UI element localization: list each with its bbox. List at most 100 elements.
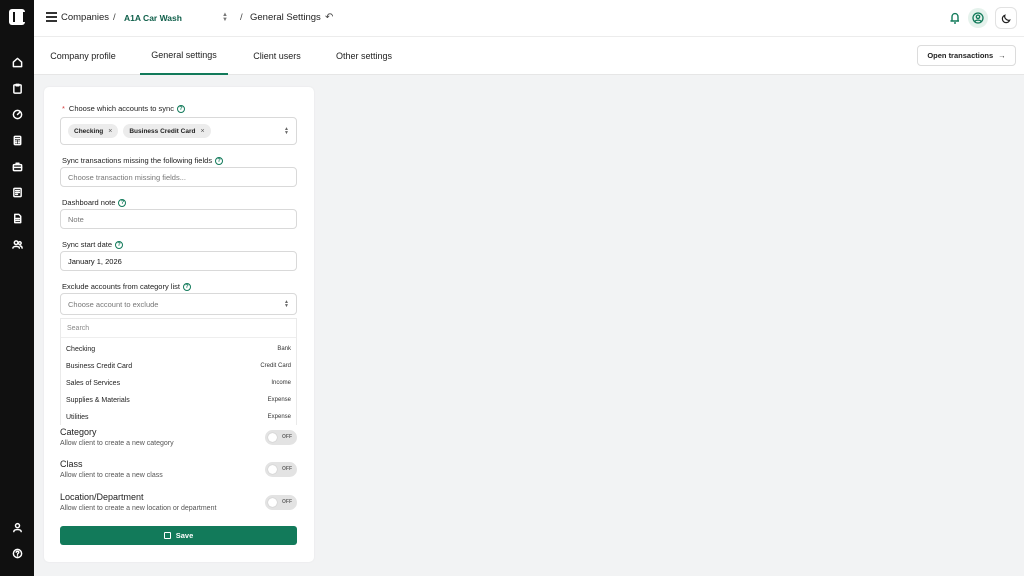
dropdown-search-input[interactable]: Search [61,319,296,338]
tab-client-users[interactable]: Client users [246,37,308,75]
tab-company-profile[interactable]: Company profile [45,37,121,75]
sync-accounts-select[interactable]: Checking × Business Credit Card × ▲ ▼ [60,117,297,145]
class-toggle-title: Class [60,459,83,469]
category-toggle-desc: Allow client to create a new category [60,440,174,447]
exclude-accounts-placeholder: Choose account to exclude [68,299,159,309]
toggle-knob [268,498,277,507]
location-toggle-desc: Allow client to create a new location or… [60,505,217,512]
breadcrumb-companies[interactable]: Companies [61,12,109,23]
class-toggle-desc: Allow client to create a new class [60,472,163,479]
sidebar [0,0,34,576]
toggle-knob [268,433,277,442]
option-name: Utilities [66,414,89,421]
theme-toggle-button[interactable] [995,7,1017,29]
toggle-state: OFF [282,434,292,440]
toggle-state: OFF [282,499,292,505]
exclude-accounts-select[interactable]: Choose account to exclude ▲ ▼ [60,293,297,315]
general-settings-card: * Choose which accounts to sync ? Checki… [44,87,314,562]
chip-label: Checking [74,127,104,135]
dropdown-option[interactable]: Utilities Expense [61,410,296,425]
dashboard-note-label-text: Dashboard note [62,198,116,207]
page-title: General Settings [250,12,321,23]
app-logo-icon[interactable] [9,9,25,25]
gauge-icon[interactable] [0,101,34,127]
question-circle-icon[interactable]: ? [115,240,124,249]
exclude-accounts-label: Exclude accounts from category list ? [62,282,191,291]
chip-remove-icon[interactable]: × [200,128,204,135]
question-circle-icon[interactable]: ? [182,282,191,291]
help-icon[interactable] [0,540,34,566]
required-mark: * [62,104,65,113]
option-name: Supplies & Materials [66,397,130,404]
option-type: Income [271,380,291,386]
question-circle-icon[interactable]: ? [118,198,127,207]
account-chip: Checking × [68,124,119,138]
option-name: Checking [66,346,96,353]
dropdown-option[interactable]: Business Credit Card Credit Card [61,359,296,376]
toggle-knob [268,465,277,474]
arrow-right-icon: → [998,51,1006,60]
users-icon[interactable] [0,231,34,257]
breadcrumb-company[interactable]: A1A Car Wash [124,13,182,23]
class-toggle[interactable]: OFF [265,462,297,477]
chip-remove-icon[interactable]: × [108,128,112,135]
dropdown-option[interactable]: Supplies & Materials Expense [61,393,296,410]
sync-accounts-label: * Choose which accounts to sync ? [62,104,185,113]
exclude-accounts-dropdown: Search Checking Bank Business Credit Car… [60,318,297,425]
select-caret-icon: ▲ ▼ [284,126,289,136]
briefcase-icon[interactable] [0,153,34,179]
company-switcher-icon[interactable]: ▲ ▼ [222,12,228,23]
sync-start-date-label: Sync start date ? [62,240,124,249]
tab-general-settings[interactable]: General settings [140,37,228,75]
save-button-label: Save [175,531,194,540]
calculator-icon[interactable] [0,127,34,153]
settings-tabs: Company profile General settings Client … [34,37,1024,75]
document-icon[interactable] [0,205,34,231]
breadcrumb-separator: / [240,12,243,23]
bell-icon[interactable] [949,11,961,25]
undo-arrow-icon[interactable]: ↶ [325,12,333,23]
save-button[interactable]: Save [60,526,297,545]
account-chip: Business Credit Card × [123,124,211,138]
exclude-accounts-label-text: Exclude accounts from category list [62,282,180,291]
category-toggle-title: Category [60,427,97,437]
sync-accounts-label-text: Choose which accounts to sync [68,104,174,113]
sync-start-date-input[interactable]: January 1, 2026 [60,251,297,271]
option-type: Expense [267,397,291,403]
dropdown-option[interactable]: Sales of Services Income [61,376,296,393]
open-transactions-button[interactable]: Open transactions → [917,45,1016,66]
option-name: Sales of Services [66,380,121,387]
hamburger-menu-icon[interactable] [46,12,57,25]
breadcrumb-separator: / [113,12,116,23]
dashboard-note-label: Dashboard note ? [62,198,127,207]
missing-fields-placeholder: Choose transaction missing fields... [68,172,186,182]
option-type: Expense [267,414,291,420]
dropdown-option[interactable]: Checking Bank [61,342,296,359]
avatar[interactable] [968,8,988,28]
ledger-icon[interactable] [0,179,34,205]
top-bar: Companies / A1A Car Wash ▲ ▼ / General Se… [34,0,1024,37]
option-name: Business Credit Card [66,363,133,370]
question-circle-icon[interactable]: ? [215,156,224,165]
home-icon[interactable] [0,49,34,75]
dashboard-note-input[interactable]: Note [60,209,297,229]
location-toggle[interactable]: OFF [265,495,297,510]
sync-start-date-label-text: Sync start date [62,240,113,249]
category-toggle[interactable]: OFF [265,430,297,445]
question-circle-icon[interactable]: ? [176,104,185,113]
open-transactions-label: Open transactions [927,51,994,60]
moon-icon [1001,13,1011,23]
chip-label: Business Credit Card [129,127,196,135]
option-type: Credit Card [260,363,291,369]
dropdown-search-placeholder: Search [67,324,90,332]
toggle-state: OFF [282,466,292,472]
floppy-disk-icon [163,532,171,539]
location-toggle-title: Location/Department [60,492,144,502]
clipboard-icon[interactable] [0,75,34,101]
missing-fields-input[interactable]: Choose transaction missing fields... [60,167,297,187]
missing-fields-label-text: Sync transactions missing the following … [62,156,213,165]
tab-other-settings[interactable]: Other settings [328,37,400,75]
select-caret-icon: ▲ ▼ [284,299,289,309]
sync-start-date-value: January 1, 2026 [68,256,122,266]
profile-icon[interactable] [0,514,34,540]
